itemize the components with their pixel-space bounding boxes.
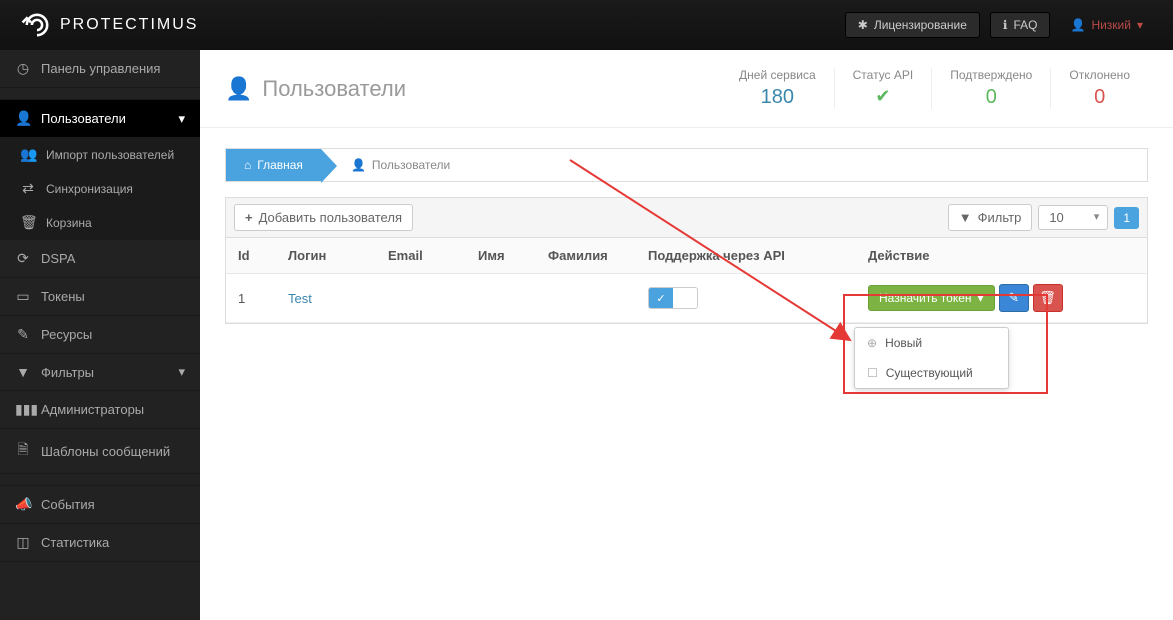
user-menu[interactable]: 👤Низкий▾ bbox=[1060, 13, 1153, 37]
check-icon: ✔ bbox=[853, 86, 914, 107]
cell-first bbox=[466, 274, 536, 323]
device-icon: ▭ bbox=[15, 288, 31, 305]
caret-down-icon: ▾ bbox=[178, 364, 185, 380]
sidebar-item-import-users[interactable]: 👥Импорт пользователей bbox=[0, 138, 200, 172]
doc-icon: 🗎 bbox=[15, 439, 31, 463]
filter-button[interactable]: ▼Фильтр bbox=[948, 204, 1033, 231]
th-first: Имя bbox=[466, 238, 536, 274]
divider bbox=[0, 474, 200, 486]
plus-circle-icon: ⊕ bbox=[867, 336, 877, 350]
add-user-button[interactable]: +Добавить пользователя bbox=[234, 204, 413, 231]
breadcrumb: ⌂Главная 👤Пользователи bbox=[225, 148, 1148, 182]
bars-icon: ▮▮▮ bbox=[15, 401, 31, 418]
delete-button[interactable]: 🗑 bbox=[1033, 284, 1063, 312]
user-icon: 👤 bbox=[1070, 18, 1085, 32]
breadcrumb-home[interactable]: ⌂Главная bbox=[226, 149, 321, 181]
check-icon: ✓ bbox=[649, 288, 673, 308]
stat-api-status: Статус API✔ bbox=[834, 68, 932, 109]
user-icon: 👤 bbox=[351, 158, 366, 172]
cell-last bbox=[536, 274, 636, 323]
trash-icon: 🗑 bbox=[20, 214, 36, 231]
plus-icon: + bbox=[245, 210, 253, 225]
caret-down-icon: ▾ bbox=[1137, 18, 1143, 32]
sidebar-item-admins[interactable]: ▮▮▮Администраторы bbox=[0, 391, 200, 429]
cell-email bbox=[376, 274, 466, 323]
info-icon: ℹ bbox=[1003, 18, 1008, 32]
users-panel: +Добавить пользователя ▼Фильтр 10 1 Id Л… bbox=[225, 197, 1148, 324]
page-header: 👤 Пользователи Дней сервиса180 Статус API… bbox=[200, 50, 1173, 128]
sidebar-item-filters[interactable]: ▼Фильтры▾ bbox=[0, 354, 200, 391]
brand-text: PROTECTIMUS bbox=[60, 16, 198, 34]
brand-logo-icon bbox=[20, 8, 54, 42]
dropdown-item-existing[interactable]: ☐Существующий bbox=[855, 358, 1008, 388]
sidebar-item-bin[interactable]: 🗑Корзина bbox=[0, 206, 200, 240]
stat-days: Дней сервиса180 bbox=[721, 68, 834, 109]
th-login: Логин bbox=[276, 238, 376, 274]
trash-icon: 🗑 bbox=[1039, 290, 1056, 306]
pencil-icon: ✎ bbox=[15, 326, 31, 343]
table-row: 1 Test ✓ Назначить токен▾ ✎ 🗑 bbox=[226, 274, 1147, 323]
assign-token-dropdown: ⊕Новый ☐Существующий bbox=[854, 327, 1009, 389]
dashboard-icon: ◷ bbox=[15, 60, 31, 77]
th-email: Email bbox=[376, 238, 466, 274]
th-id: Id bbox=[226, 238, 276, 274]
dropdown-item-new[interactable]: ⊕Новый bbox=[855, 328, 1008, 358]
pencil-icon: ✎ bbox=[1008, 290, 1019, 306]
user-icon: 👤 bbox=[225, 76, 252, 102]
sidebar-item-dashboard[interactable]: ◷Панель управления bbox=[0, 50, 200, 88]
page-number[interactable]: 1 bbox=[1114, 207, 1139, 229]
refresh-icon: ⟳ bbox=[15, 250, 31, 267]
th-action: Действие bbox=[856, 238, 1147, 274]
megaphone-icon: 📣 bbox=[15, 496, 31, 513]
stat-declined: Отклонено0 bbox=[1050, 68, 1148, 109]
th-last: Фамилия bbox=[536, 238, 636, 274]
users-table: Id Логин Email Имя Фамилия Поддержка чер… bbox=[226, 238, 1147, 323]
sidebar: ◷Панель управления 👤Пользователи▾ 👥Импор… bbox=[0, 50, 200, 620]
breadcrumb-current: 👤Пользователи bbox=[321, 149, 465, 181]
divider bbox=[0, 88, 200, 100]
user-icon: 👤 bbox=[15, 110, 31, 127]
caret-down-icon: ▾ bbox=[178, 111, 185, 127]
sidebar-item-dspa[interactable]: ⟳DSPA bbox=[0, 240, 200, 278]
users-icon: 👥 bbox=[20, 146, 36, 163]
page-title-text: Пользователи bbox=[262, 76, 406, 102]
sidebar-item-stats[interactable]: ◫Статистика bbox=[0, 524, 200, 562]
stat-confirmed: Подтверждено0 bbox=[931, 68, 1050, 109]
assign-token-button[interactable]: Назначить токен▾ bbox=[868, 285, 995, 311]
sidebar-item-tokens[interactable]: ▭Токены bbox=[0, 278, 200, 316]
th-api: Поддержка через API bbox=[636, 238, 856, 274]
gear-icon: ✱ bbox=[858, 18, 868, 32]
page-size-select[interactable]: 10 bbox=[1038, 205, 1108, 230]
sidebar-item-sync[interactable]: ⇄Синхронизация bbox=[0, 172, 200, 206]
edit-button[interactable]: ✎ bbox=[999, 284, 1029, 312]
faq-button[interactable]: ℹFAQ bbox=[990, 12, 1051, 38]
top-bar: PROTECTIMUS ✱Лицензирование ℹFAQ 👤Низкий… bbox=[0, 0, 1173, 50]
sidebar-item-resources[interactable]: ✎Ресурсы bbox=[0, 316, 200, 354]
brand-logo: PROTECTIMUS bbox=[20, 8, 198, 42]
home-icon: ⌂ bbox=[244, 158, 251, 172]
sidebar-item-templates[interactable]: 🗎Шаблоны сообщений bbox=[0, 429, 200, 474]
user-login-link[interactable]: Test bbox=[288, 291, 312, 306]
chart-icon: ◫ bbox=[15, 534, 31, 551]
shuffle-icon: ⇄ bbox=[20, 180, 36, 197]
api-toggle[interactable]: ✓ bbox=[648, 287, 698, 309]
sidebar-item-events[interactable]: 📣События bbox=[0, 486, 200, 524]
licensing-button[interactable]: ✱Лицензирование bbox=[845, 12, 980, 38]
sidebar-item-users[interactable]: 👤Пользователи▾ bbox=[0, 100, 200, 138]
funnel-icon: ▼ bbox=[15, 364, 31, 380]
cell-id: 1 bbox=[226, 274, 276, 323]
funnel-icon: ▼ bbox=[959, 210, 972, 225]
square-icon: ☐ bbox=[867, 366, 878, 380]
caret-down-icon: ▾ bbox=[978, 291, 984, 305]
